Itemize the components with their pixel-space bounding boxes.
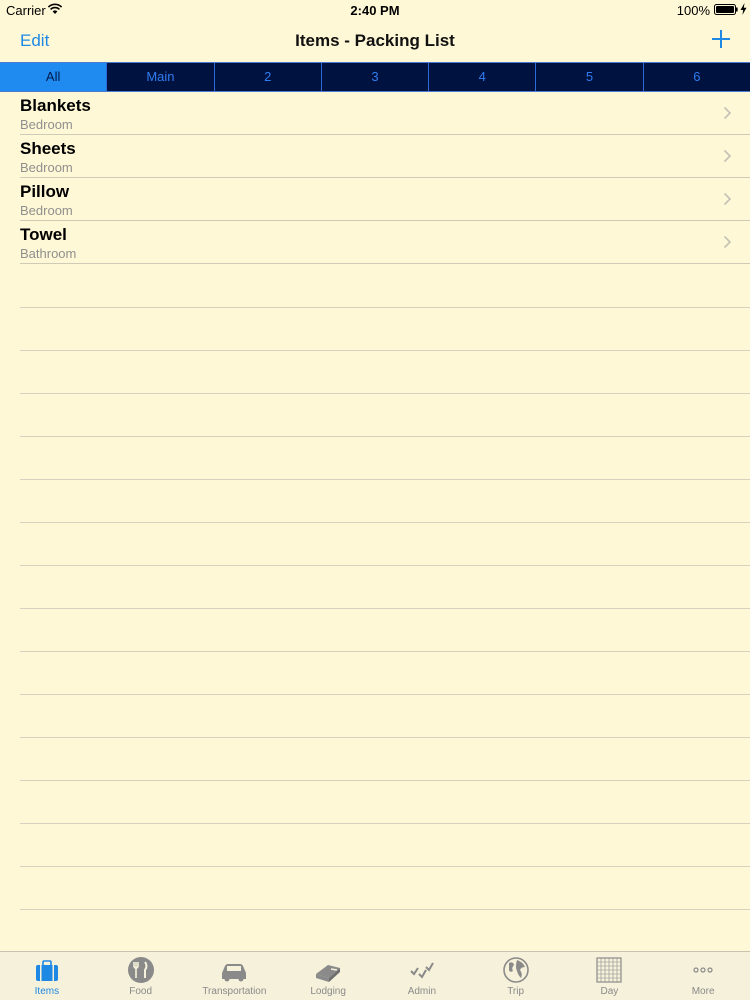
list-item[interactable]: Blankets Bedroom [20, 92, 750, 135]
tab-label: Trip [507, 986, 525, 997]
item-title: Towel [20, 225, 67, 244]
item-subtitle: Bedroom [20, 203, 73, 218]
checkmarks-icon [410, 962, 434, 979]
suitcase-icon [35, 960, 58, 981]
list-item[interactable]: Towel Bathroom [20, 221, 750, 264]
tab-label: More [691, 986, 715, 997]
tab-trip[interactable]: Trip [469, 952, 563, 1000]
tab-label: Day [600, 986, 619, 997]
empty-rows [20, 264, 750, 954]
empty-row-divider [20, 780, 750, 781]
empty-row-divider [20, 350, 750, 351]
item-subtitle: Bedroom [20, 117, 73, 132]
chevron-right-icon [723, 235, 732, 249]
empty-row-divider [20, 479, 750, 480]
tab-label: Transportation [202, 986, 267, 997]
item-title: Sheets [20, 139, 76, 158]
tab-food[interactable]: Food [94, 952, 188, 1000]
globe-icon [502, 957, 529, 983]
items-list: Blankets Bedroom Sheets Bedroom Pillow Bedroo… [0, 92, 750, 264]
empty-row-divider [20, 565, 750, 566]
fork-knife-icon [127, 957, 154, 983]
tab-label: Food [129, 986, 153, 997]
empty-row-divider [20, 522, 750, 523]
segmented-control: All Main 2 3 4 5 6 [0, 62, 750, 92]
empty-row-divider [20, 823, 750, 824]
bed-icon [316, 965, 341, 982]
car-icon [222, 964, 247, 982]
battery-percent: 100% [676, 3, 710, 18]
battery-icon [714, 4, 738, 15]
list-item[interactable]: Sheets Bedroom [20, 135, 750, 178]
item-subtitle: Bathroom [20, 246, 77, 261]
item-subtitle: Bedroom [20, 160, 73, 175]
charging-bolt-icon [740, 3, 747, 15]
chevron-right-icon [723, 106, 732, 120]
chevron-right-icon [723, 192, 732, 206]
segment-5[interactable]: 5 [536, 63, 644, 91]
tab-lodging[interactable]: Lodging [281, 952, 375, 1000]
empty-row-divider [20, 866, 750, 867]
tab-transportation[interactable]: Transportation [188, 952, 282, 1000]
status-bar: Carrier 2:40 PM 100% [0, 0, 750, 22]
empty-row-divider [20, 393, 750, 394]
navigation-bar: Edit Items - Packing List [0, 22, 750, 62]
calendar-icon [596, 957, 622, 983]
segment-6[interactable]: 6 [644, 63, 750, 91]
tab-label: Items [34, 986, 60, 997]
segment-4[interactable]: 4 [429, 63, 537, 91]
empty-row-divider [20, 436, 750, 437]
page-title: Items - Packing List [295, 31, 455, 50]
segment-3[interactable]: 3 [322, 63, 430, 91]
more-icon [693, 967, 713, 973]
tab-label: Admin [407, 986, 437, 997]
tab-items[interactable]: Items [0, 952, 94, 1000]
empty-row-divider [20, 694, 750, 695]
empty-row-divider [20, 651, 750, 652]
empty-row-divider [20, 909, 750, 910]
empty-row-divider [20, 608, 750, 609]
tab-day[interactable]: Day [563, 952, 657, 1000]
list-item[interactable]: Pillow Bedroom [20, 178, 750, 221]
tab-admin[interactable]: Admin [375, 952, 469, 1000]
segment-main[interactable]: Main [107, 63, 215, 91]
plus-icon[interactable] [710, 28, 732, 50]
tab-bar: Items Food Transportation Lodging Admin Trip D… [0, 951, 750, 1000]
screen: Carrier 2:40 PM 100% Edit Items - Packin… [0, 0, 750, 1000]
empty-row-divider [20, 737, 750, 738]
segment-2[interactable]: 2 [215, 63, 322, 91]
tab-label: Lodging [310, 986, 346, 997]
item-title: Pillow [20, 182, 70, 201]
status-time: 2:40 PM [350, 3, 400, 18]
tab-more[interactable]: More [656, 952, 750, 1000]
chevron-right-icon [723, 149, 732, 163]
item-title: Blankets [20, 96, 91, 115]
empty-row-divider [20, 307, 750, 308]
segment-all[interactable]: All [0, 63, 108, 91]
